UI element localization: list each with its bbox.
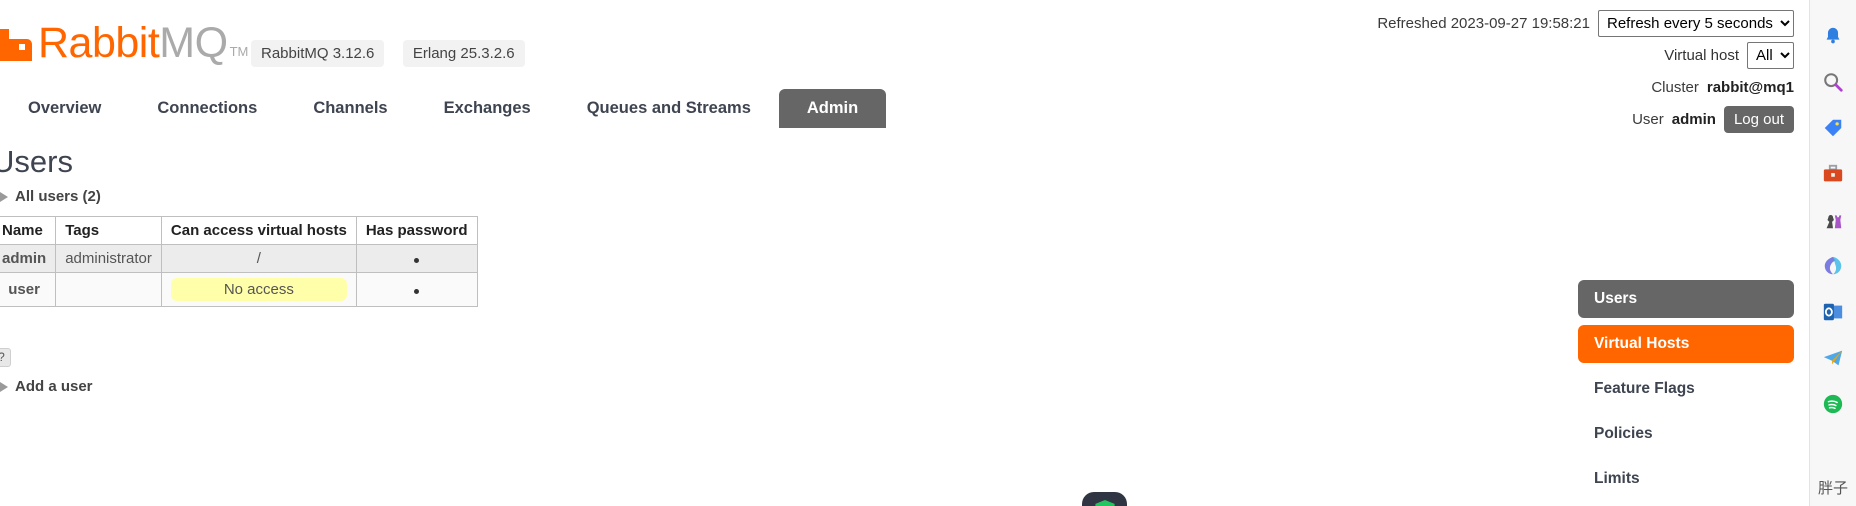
briefcase-icon[interactable] — [1819, 160, 1847, 188]
shield-check-icon — [1094, 500, 1115, 506]
outlook-icon[interactable] — [1819, 298, 1847, 326]
table-header-row: Name Tags Can access virtual hosts Has p… — [0, 216, 478, 245]
chevron-right-icon — [0, 381, 8, 392]
table-row[interactable]: admin administrator / — [0, 244, 478, 273]
all-users-toggle[interactable]: All users (2) — [0, 188, 101, 205]
sidebar-item-virtual-hosts[interactable]: Virtual Hosts — [1578, 325, 1794, 363]
refreshed-timestamp: Refreshed 2023-09-27 19:58:21 — [1377, 14, 1590, 32]
security-score-widget[interactable]: 58% — [1082, 492, 1127, 506]
admin-sidebar-menu: Users Virtual Hosts Feature Flags Polici… — [1578, 280, 1794, 506]
user-row: User admin Log out — [1377, 105, 1794, 133]
sidebar-item-limits[interactable]: Limits — [1578, 460, 1794, 498]
nav-tab-overview[interactable]: Overview — [0, 89, 129, 128]
search-icon[interactable] — [1819, 68, 1847, 96]
page-title: Users — [0, 144, 73, 179]
telegram-icon[interactable] — [1819, 344, 1847, 372]
page-header: Rabbit MQ TM RabbitMQ 3.12.6 Erlang 25.3… — [0, 0, 1810, 133]
spotify-icon[interactable] — [1819, 390, 1847, 418]
sidebar-item-users[interactable]: Users — [1578, 280, 1794, 318]
cluster-label: Cluster — [1651, 78, 1699, 96]
column-header-has-password[interactable]: Has password — [355, 216, 478, 245]
vhost-label: Virtual host — [1664, 46, 1739, 64]
microsoft365-icon[interactable] — [1819, 252, 1847, 280]
user-label: User — [1632, 110, 1664, 128]
user-tags-cell: administrator — [55, 244, 162, 273]
no-access-badge: No access — [170, 278, 347, 301]
all-users-label: All users (2) — [15, 188, 101, 205]
add-a-user-toggle[interactable]: Add a user — [0, 378, 93, 395]
nav-tab-connections[interactable]: Connections — [129, 89, 285, 128]
user-tags-cell — [55, 272, 162, 307]
password-dot-icon — [414, 258, 420, 263]
table-row[interactable]: user No access — [0, 272, 478, 307]
main-nav: Overview Connections Channels Exchanges … — [0, 89, 887, 128]
sidebar-item-policies[interactable]: Policies — [1578, 415, 1794, 453]
nav-tab-channels[interactable]: Channels — [285, 89, 415, 128]
nav-tab-queues-and-streams[interactable]: Queues and Streams — [559, 89, 779, 128]
tag-icon[interactable] — [1819, 114, 1847, 142]
user-vhosts-cell: No access — [160, 272, 357, 307]
version-chips: RabbitMQ 3.12.6 Erlang 25.3.2.6 — [237, 40, 525, 67]
user-name-cell[interactable]: user — [0, 272, 57, 307]
vhost-select[interactable]: All — [1747, 41, 1794, 69]
sidebar-item-feature-flags[interactable]: Feature Flags — [1578, 370, 1794, 408]
user-name-cell[interactable]: admin — [0, 244, 57, 273]
rail-cn-text: 胖子 — [1817, 480, 1848, 497]
chevron-right-icon — [0, 191, 8, 202]
chess-icon[interactable] — [1819, 206, 1847, 234]
user-has-password-cell — [355, 272, 478, 307]
refresh-row: Refreshed 2023-09-27 19:58:21 Refresh ev… — [1377, 9, 1794, 37]
erlang-version-chip: Erlang 25.3.2.6 — [402, 40, 525, 67]
rabbitmq-logo-icon — [0, 27, 34, 61]
header-controls: Refreshed 2023-09-27 19:58:21 Refresh ev… — [1377, 9, 1794, 138]
add-a-user-label: Add a user — [15, 378, 93, 395]
os-icon-rail: 胖子 — [1809, 0, 1856, 506]
column-header-can-access-vhosts[interactable]: Can access virtual hosts — [160, 216, 357, 245]
column-header-tags[interactable]: Tags — [55, 216, 162, 245]
nav-tab-exchanges[interactable]: Exchanges — [416, 89, 559, 128]
logo-text-mq: MQ — [159, 19, 228, 67]
refresh-interval-select[interactable]: Refresh every 5 seconds — [1598, 9, 1794, 37]
user-vhosts-cell: / — [160, 244, 357, 273]
user-name: admin — [1671, 110, 1716, 128]
cluster-name: rabbit@mq1 — [1706, 78, 1794, 96]
rabbitmq-logo[interactable]: Rabbit MQ TM — [0, 22, 248, 65]
user-has-password-cell — [355, 244, 478, 273]
logout-button[interactable]: Log out — [1723, 105, 1794, 133]
password-dot-icon — [414, 289, 420, 294]
browser-page: Rabbit MQ TM RabbitMQ 3.12.6 Erlang 25.3… — [0, 0, 1810, 506]
cluster-row: Cluster rabbit@mq1 — [1377, 74, 1794, 100]
logo-text-rabbit: Rabbit — [38, 19, 160, 67]
help-icon[interactable]: ? — [0, 348, 11, 367]
users-table: Name Tags Can access virtual hosts Has p… — [0, 216, 478, 307]
rabbitmq-version-chip: RabbitMQ 3.12.6 — [251, 40, 385, 67]
nav-tab-admin[interactable]: Admin — [778, 89, 887, 128]
bell-icon[interactable] — [1819, 22, 1847, 50]
column-header-name[interactable]: Name — [0, 216, 57, 245]
vhost-row: Virtual host All — [1377, 41, 1794, 69]
